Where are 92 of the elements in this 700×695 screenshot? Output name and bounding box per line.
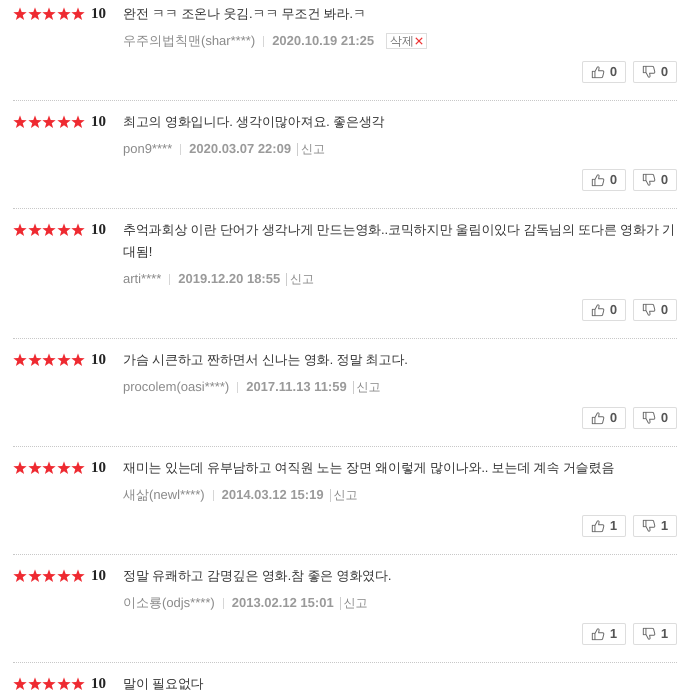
thumbs-up-icon bbox=[590, 303, 605, 317]
star-icon bbox=[28, 353, 42, 367]
star-icon bbox=[71, 569, 85, 583]
rating-score: 10 bbox=[91, 675, 106, 694]
rating-score: 10 bbox=[91, 567, 106, 586]
review-date: 2020.10.19 21:25 bbox=[272, 32, 374, 50]
star-icon bbox=[56, 115, 70, 129]
thumbs-down-icon bbox=[642, 519, 656, 533]
star-icon bbox=[13, 677, 27, 691]
thumbs-down-icon bbox=[642, 173, 656, 187]
thumbs-up-icon bbox=[590, 65, 605, 79]
review-text: 가슴 시큰하고 짠하면서 신나는 영화. 정말 최고다. bbox=[123, 351, 409, 369]
dislike-button[interactable]: 0 bbox=[633, 169, 677, 191]
star-icon bbox=[13, 7, 27, 21]
report-link[interactable]: 신고 bbox=[297, 142, 326, 156]
thumbs-up-icon bbox=[590, 411, 605, 425]
star-icon bbox=[71, 7, 85, 21]
star-icon bbox=[42, 115, 56, 129]
like-button[interactable]: 0 bbox=[582, 61, 626, 83]
star-icon bbox=[42, 461, 56, 475]
review-date: 2017.11.13 11:59 bbox=[246, 378, 347, 396]
report-link[interactable]: 신고 bbox=[330, 488, 358, 502]
star-icon bbox=[28, 223, 42, 237]
dislike-button[interactable]: 1 bbox=[633, 515, 677, 537]
rating-score: 10 bbox=[91, 113, 106, 132]
rating-score: 10 bbox=[91, 351, 106, 370]
author-name: pon9**** bbox=[123, 140, 172, 158]
like-button[interactable]: 1 bbox=[582, 515, 626, 537]
thumbs-down-icon bbox=[642, 65, 656, 79]
author-name: 새삶(newl****) bbox=[123, 486, 205, 504]
dislike-button[interactable]: 0 bbox=[633, 61, 677, 83]
star-icon bbox=[71, 353, 85, 367]
star-icon bbox=[42, 677, 56, 691]
rating-score: 10 bbox=[91, 459, 106, 478]
star-icon bbox=[71, 461, 85, 475]
star-icon bbox=[42, 353, 56, 367]
star-icon bbox=[42, 7, 56, 21]
thumbs-down-icon bbox=[642, 303, 656, 317]
like-button[interactable]: 0 bbox=[582, 169, 626, 191]
review-date: 2013.02.12 15:01 bbox=[232, 594, 334, 612]
star-icon bbox=[13, 353, 27, 367]
star-icon bbox=[13, 461, 27, 475]
star-icon bbox=[42, 569, 56, 583]
star-icon bbox=[28, 677, 42, 691]
review-date: 2014.03.12 15:19 bbox=[222, 486, 324, 504]
thumbs-down-icon bbox=[642, 411, 656, 425]
review-text: 최고의 영화입니다. 생각이많아져요. 좋은생각 bbox=[123, 113, 386, 131]
thumbs-up-icon bbox=[590, 519, 605, 533]
star-icon bbox=[42, 223, 56, 237]
like-button[interactable]: 0 bbox=[582, 299, 626, 321]
review-date: 2020.03.07 22:09 bbox=[189, 140, 292, 158]
dislike-button[interactable]: 0 bbox=[633, 299, 677, 321]
star-icon bbox=[28, 115, 42, 129]
star-icon bbox=[13, 223, 27, 237]
close-icon bbox=[415, 37, 424, 45]
like-button[interactable]: 1 bbox=[582, 623, 626, 645]
review-text: 정말 유쾌하고 감명깊은 영화.참 좋은 영화였다. bbox=[123, 567, 392, 585]
star-icon bbox=[28, 461, 42, 475]
star-icon bbox=[13, 569, 27, 583]
star-icon bbox=[13, 115, 27, 129]
dislike-button[interactable]: 1 bbox=[633, 623, 677, 645]
thumbs-up-icon bbox=[590, 173, 605, 187]
star-icon bbox=[28, 7, 42, 21]
review-date: 2019.12.20 18:55 bbox=[178, 270, 280, 288]
author-name: procolem(oasi****) bbox=[123, 378, 230, 396]
star-icon bbox=[56, 353, 70, 367]
star-icon bbox=[56, 569, 70, 583]
thumbs-down-icon bbox=[642, 627, 656, 641]
rating-score: 10 bbox=[91, 5, 106, 24]
author-name: arti**** bbox=[123, 270, 162, 288]
author-name: 우주의법칙맨(shar****) bbox=[123, 32, 256, 50]
report-link[interactable]: 신고 bbox=[340, 596, 368, 610]
report-link[interactable]: 신고 bbox=[286, 272, 314, 286]
review-text: 추억과회상 이란 단어가 생각나게 만드는영화..코믹하지만 울림이있다 감독님의 또다른 영화가 기대됨! bbox=[123, 221, 676, 261]
report-link[interactable]: 신고 bbox=[352, 380, 381, 394]
review-text: 재미는 있는데 유부남하고 여직원 노는 장면 왜이렇게 많이나와.. 보는데 계속 거슬렸음 bbox=[123, 459, 616, 477]
author-name: 이소룡(odjs****) bbox=[123, 594, 215, 612]
delete-button[interactable]: 삭제 bbox=[386, 33, 428, 49]
star-icon bbox=[56, 223, 70, 237]
review-text: 말이 필요없다 bbox=[123, 675, 205, 693]
star-icon bbox=[71, 223, 85, 237]
like-button[interactable]: 0 bbox=[582, 407, 626, 429]
star-icon bbox=[28, 569, 42, 583]
star-icon bbox=[56, 461, 70, 475]
star-icon bbox=[56, 677, 70, 691]
rating-score: 10 bbox=[91, 221, 106, 240]
star-icon bbox=[56, 7, 70, 21]
review-text: 완전 ㅋㅋ 조온나 웃김.ㅋㅋ 무조건 봐라.ㅋ bbox=[123, 5, 367, 23]
thumbs-up-icon bbox=[590, 627, 605, 641]
star-icon bbox=[71, 115, 85, 129]
dislike-button[interactable]: 0 bbox=[633, 407, 677, 429]
star-icon bbox=[71, 677, 85, 691]
